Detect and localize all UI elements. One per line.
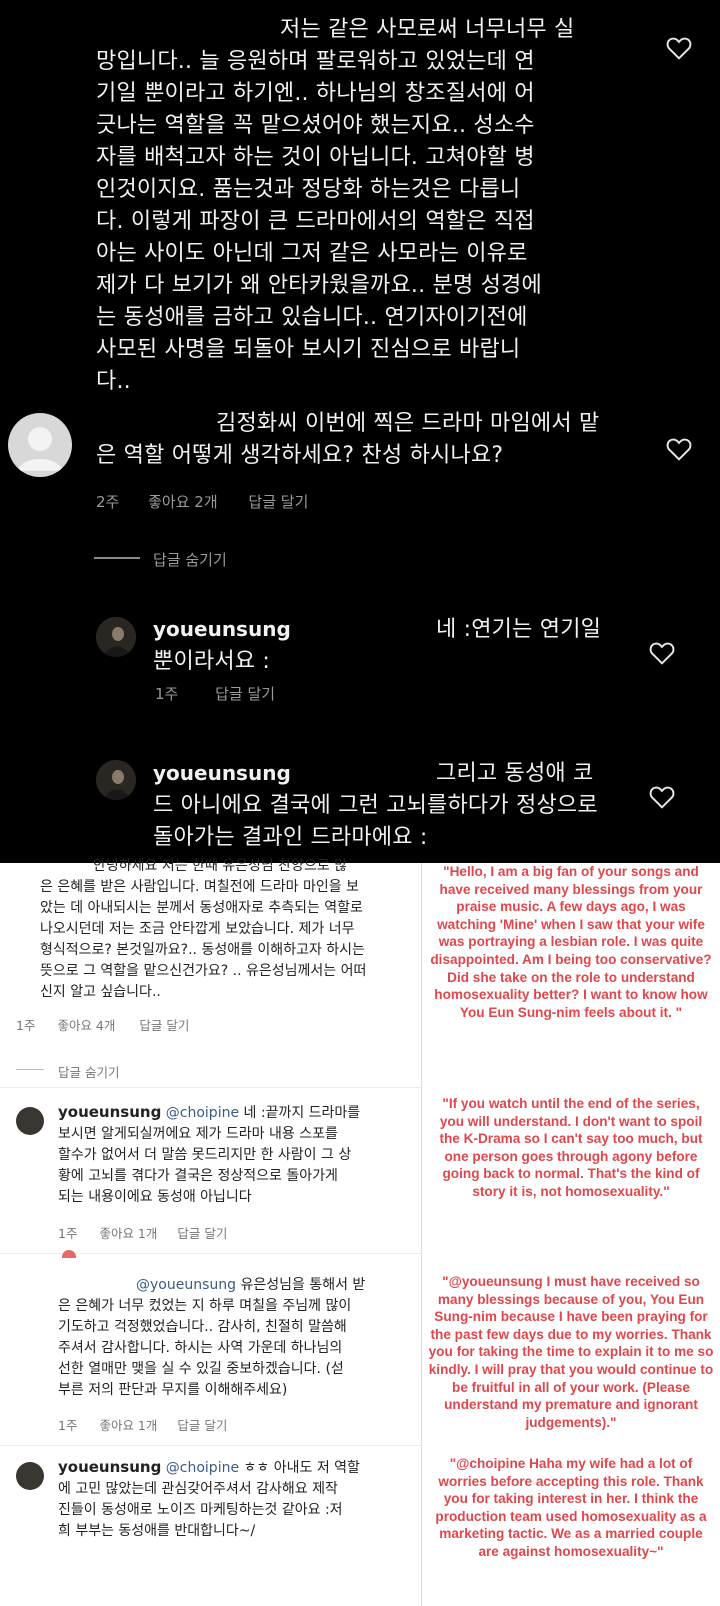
divider (0, 1445, 421, 1446)
divider (94, 557, 140, 559)
heart-icon[interactable] (666, 437, 692, 461)
divider (421, 863, 422, 1606)
hide-replies-button[interactable]: 답글 숨기기 (58, 1062, 119, 1081)
reply-button[interactable]: 답글 달기 (177, 1418, 227, 1433)
comment-text: 네 :연기는 연기일 뿐이라서요 : (153, 617, 602, 674)
comment-meta: 2주 좋아요 2개 답글 달기 (96, 491, 308, 512)
comment-meta: 1주 좋아요 4개 답글 달기 (16, 1015, 189, 1034)
translation-text: "@youeunsung I must have received so man… (428, 1274, 714, 1430)
comment-time: 1주 (16, 1018, 36, 1033)
comment-text: @youeunsung 유은성님을 통해서 받 은 은혜가 너무 컸었는 지 하… (58, 1277, 366, 1398)
translation-text: "@choipine Haha my wife had a lot of wor… (435, 1456, 707, 1559)
comment-text: youeunsung @choipine ㅎㅎ 아내도 저 역할 에 고민 많았… (58, 1458, 360, 1539)
divider (0, 1087, 421, 1088)
comment-time: 1주 (58, 1418, 78, 1433)
avatar[interactable] (96, 760, 136, 800)
comment-text: youeunsung @choipine 네 :끝까지 드라마를 보시면 알게되… (58, 1103, 361, 1205)
hide-replies-button[interactable]: 답글 숨기기 (153, 549, 227, 570)
avatar[interactable] (16, 1462, 44, 1490)
reply-button[interactable]: 답글 달기 (248, 493, 308, 511)
translation-text: "Hello, I am a big fan of your songs and… (430, 864, 712, 1020)
reply-button[interactable]: 답글 달기 (139, 1018, 189, 1033)
comment-meta: 1주 좋아요 1개 답글 달기 (58, 1415, 227, 1434)
mention-link[interactable]: @choipine (166, 1460, 239, 1476)
like-count[interactable]: 좋아요 1개 (99, 1418, 157, 1433)
heart-icon[interactable] (649, 641, 675, 665)
comment-meta: 1주 좋아요 1개 답글 달기 (58, 1223, 227, 1242)
like-count[interactable]: 좋아요 4개 (57, 1018, 115, 1033)
comment-time: 2주 (96, 493, 120, 511)
translated-comment-thread: 안녕하세요 저는 한때 유은성님 찬양으로 많 은 은혜를 받은 사람입니다. … (0, 858, 720, 1606)
comment-text: 김정화씨 이번에 찍은 드라마 마임에서 맡 은 역할 어떻게 생각하세요? 찬… (96, 411, 600, 468)
profile-photo-icon (96, 760, 136, 800)
like-count[interactable]: 좋아요 1개 (99, 1226, 157, 1241)
username[interactable]: youeunsung (58, 1458, 161, 1476)
comment-meta: 1주 답글 달기 (155, 683, 275, 704)
comment-text: 그리고 동성애 코 드 아니에요 결국에 그런 고뇌를하다가 정상으로 돌아가는… (153, 761, 598, 850)
avatar[interactable] (62, 1250, 76, 1258)
avatar[interactable] (8, 413, 72, 477)
reply-button[interactable]: 답글 달기 (215, 685, 275, 703)
default-avatar-icon (18, 427, 62, 471)
mention-link[interactable]: @youeunsung (136, 1277, 236, 1293)
avatar[interactable] (96, 617, 136, 657)
username[interactable]: youeunsung (58, 1103, 161, 1121)
like-count[interactable]: 좋아요 2개 (148, 493, 218, 511)
mention-link[interactable]: @choipine (166, 1105, 239, 1121)
heart-icon[interactable] (649, 785, 675, 809)
reply-button[interactable]: 답글 달기 (177, 1226, 227, 1241)
avatar[interactable] (16, 1107, 44, 1135)
heart-icon[interactable] (666, 36, 692, 60)
profile-photo-icon (96, 617, 136, 657)
translation-text: "If you watch until the end of the serie… (439, 1096, 703, 1199)
comment-time: 1주 (155, 685, 179, 703)
divider (16, 1069, 44, 1070)
comment-time: 1주 (58, 1226, 78, 1241)
comment-text: 안녕하세요 저는 한때 유은성님 찬양으로 많 은 은혜를 받은 사람입니다. … (40, 858, 367, 1000)
dark-comment-thread: 저는 같은 사모로써 너무너무 실 망입니다.. 늘 응원하며 팔로워하고 있었… (0, 0, 720, 863)
comment-text: 저는 같은 사모로써 너무너무 실 망입니다.. 늘 응원하며 팔로워하고 있었… (96, 17, 575, 394)
